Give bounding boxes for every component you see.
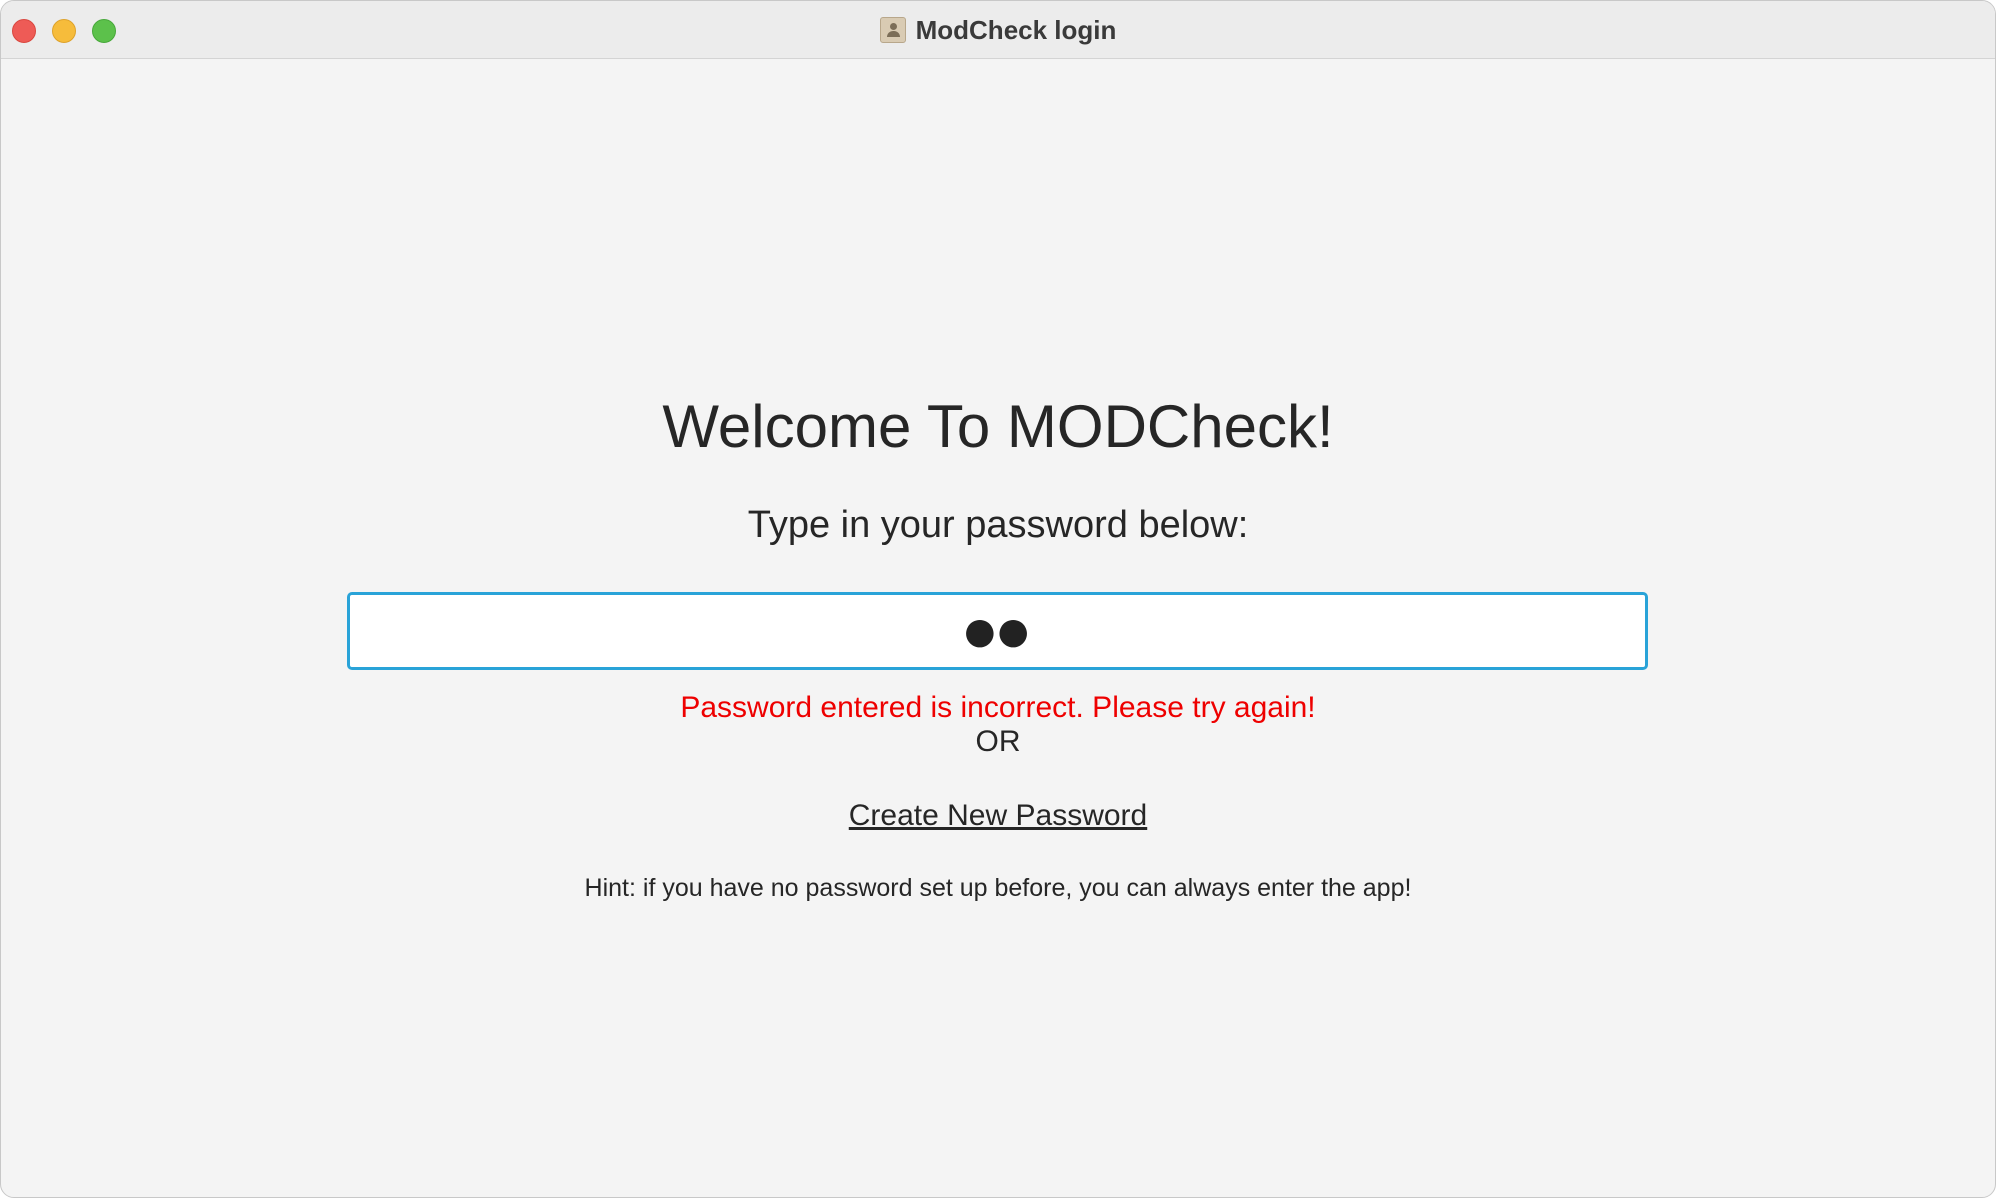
- welcome-heading: Welcome To MODCheck!: [662, 393, 1334, 460]
- create-password-container: Create New Password: [1, 801, 1995, 831]
- title-container: ModCheck login: [1, 1, 1995, 59]
- password-field[interactable]: ●●: [347, 592, 1648, 670]
- login-content: Welcome To MODCheck! Type in your passwo…: [1, 59, 1995, 1197]
- title-bar: ModCheck login: [1, 1, 1995, 59]
- login-window: ModCheck login Welcome To MODCheck! Type…: [0, 0, 1996, 1198]
- window-title: ModCheck login: [915, 14, 1117, 45]
- password-hint: Hint: if you have no password set up bef…: [584, 874, 1412, 902]
- password-instruction: Type in your password below:: [747, 504, 1249, 546]
- title-group: ModCheck login: [879, 14, 1117, 46]
- app-icon: [879, 17, 906, 43]
- create-new-password-link[interactable]: Create New Password: [849, 799, 1147, 832]
- or-separator: OR: [975, 725, 1021, 758]
- error-message: Password entered is incorrect. Please tr…: [680, 691, 1316, 724]
